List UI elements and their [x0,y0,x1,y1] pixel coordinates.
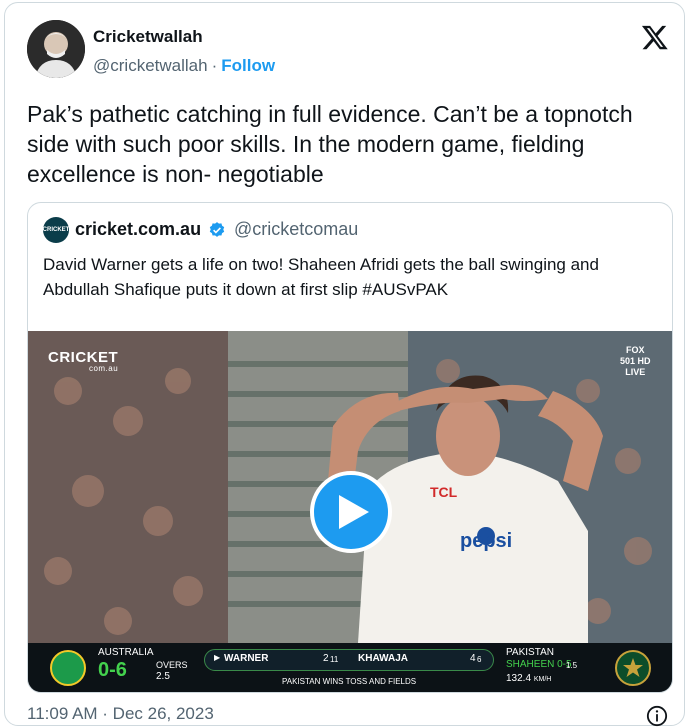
tweet-card: Cricketwallah @cricketwallah · Follow Pak’… [4,2,685,727]
australia-flag-icon [50,650,86,686]
overs-value: 2.5 [156,671,170,682]
handle-separator: · [211,56,218,75]
bowler-overs: 1.5 [566,661,578,670]
team1-score: 0-6 [98,659,127,681]
quoted-avatar-text: CRICKET [42,227,70,233]
batter2-runs: 4 [470,653,476,664]
tweet-timestamp[interactable]: 11:09 AM · Dec 26, 2023 [27,704,214,724]
on-strike-icon: ▶ [214,653,221,662]
batter2-name: KHAWAJA [358,653,409,664]
ball-speed-row: 132.4 KM/H [506,673,551,684]
match-note: PAKISTAN WINS TOSS AND FIELDS [282,677,417,686]
team1-name: AUSTRALIA [98,647,154,658]
author-avatar[interactable] [27,20,85,78]
cricket-com-au-watermark: CRICKET com.au [48,349,118,373]
bowler-figures: SHAHEEN 0-5 [506,659,572,670]
play-button[interactable] [310,471,392,553]
author-handle-row: @cricketwallah · Follow [93,56,275,76]
pakistan-flag-icon [615,650,651,686]
batter1-name: WARNER [224,653,269,664]
x-logo-icon[interactable] [641,23,669,51]
team2-name: PAKISTAN [506,647,554,658]
ball-speed-unit: KM/H [533,676,552,683]
avatar-photo [27,20,85,78]
overs-label: OVERS [156,660,188,670]
pakistan-star-icon [623,658,643,677]
info-icon[interactable] [646,705,668,727]
broadcaster-line3: LIVE [625,367,646,377]
video-player[interactable]: CRICKET com.au FOX 501 HD LIVE TCL pepsi… [28,331,672,692]
quoted-tweet[interactable]: CRICKET cricket.com.au @cricketcomau Dav… [27,202,673,693]
ball-speed: 132.4 [506,673,532,684]
shirt-brand: pepsi [460,530,513,552]
follow-button[interactable]: Follow [221,56,275,75]
quoted-author-name[interactable]: cricket.com.au [75,219,201,240]
broadcaster-logo: FOX 501 HD LIVE [620,345,651,378]
verified-badge-icon [209,222,225,237]
play-icon [339,495,369,529]
quoted-avatar[interactable]: CRICKET [43,217,69,243]
quoted-tweet-text: David Warner gets a life on two! Shaheen… [43,255,599,299]
broadcaster-line2: 501 HD [620,356,651,366]
tweet-text: Pak’s pathetic catching in full evidence… [27,101,633,187]
quoted-author-handle[interactable]: @cricketcomau [234,219,358,240]
batter2-balls: 6 [477,655,482,664]
scoreboard: AUSTRALIA 0-6 OVERS 2.5 ▶ WARNER 2 11 KH… [28,643,672,692]
shirt-sponsor: TCL [430,484,458,500]
broadcaster-line1: FOX [626,345,645,355]
author-handle[interactable]: @cricketwallah [93,56,208,75]
batter1-runs: 2 [323,653,329,664]
batter1-balls: 11 [330,655,339,664]
author-name[interactable]: Cricketwallah [93,27,203,47]
